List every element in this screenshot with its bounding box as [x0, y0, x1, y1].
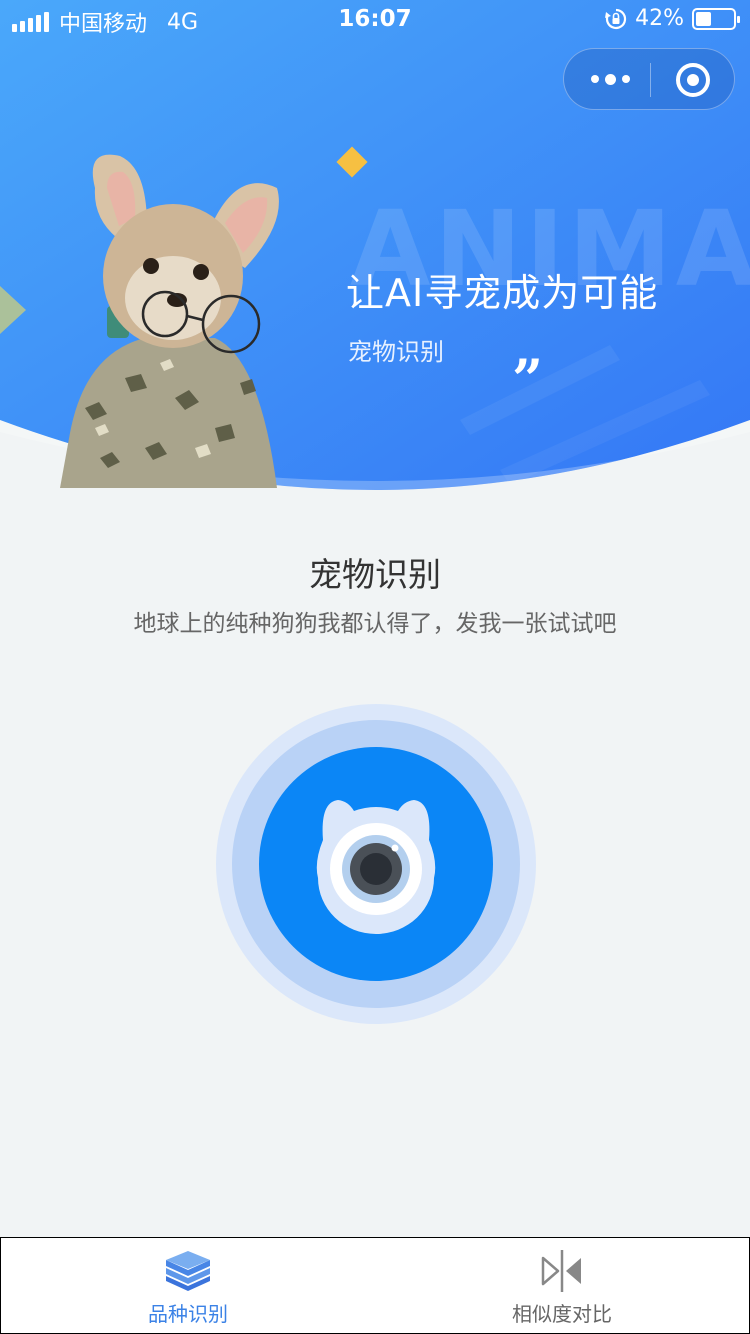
dog-photo — [60, 154, 279, 488]
section-description: 地球上的纯种狗狗我都认得了，发我一张试试吧 — [133, 611, 617, 637]
rotation-lock-icon — [605, 8, 627, 29]
hero-subtitle: 宠物识别 — [348, 338, 444, 366]
quote-icon: ” — [512, 347, 544, 411]
upload-photo-button[interactable] — [216, 704, 536, 1024]
tab-label: 相似度对比 — [512, 1302, 612, 1326]
tab-bar: 品种识别 相似度对比 — [0, 1237, 750, 1334]
tab-label: 品种识别 — [148, 1302, 228, 1326]
capsule-divider — [650, 63, 651, 97]
status-bar: 中国移动 4G 16:07 42% — [0, 0, 750, 40]
compare-icon — [541, 1250, 581, 1292]
status-bar-right: 42% — [605, 6, 740, 31]
battery-percent: 42% — [635, 6, 684, 31]
mini-program-capsule — [563, 48, 735, 110]
hero-title: 让AI寻宠成为可能 — [346, 271, 659, 315]
tab-breed-recognition[interactable]: 品种识别 — [1, 1238, 375, 1333]
battery-icon — [692, 7, 740, 30]
tab-similarity-compare[interactable]: 相似度对比 — [375, 1238, 749, 1333]
section-title: 宠物识别 — [309, 555, 441, 594]
camera-eye-icon[interactable] — [216, 704, 536, 1024]
more-options-icon[interactable] — [586, 63, 634, 95]
close-mini-program-icon[interactable] — [676, 63, 710, 97]
layers-icon — [166, 1251, 210, 1291]
